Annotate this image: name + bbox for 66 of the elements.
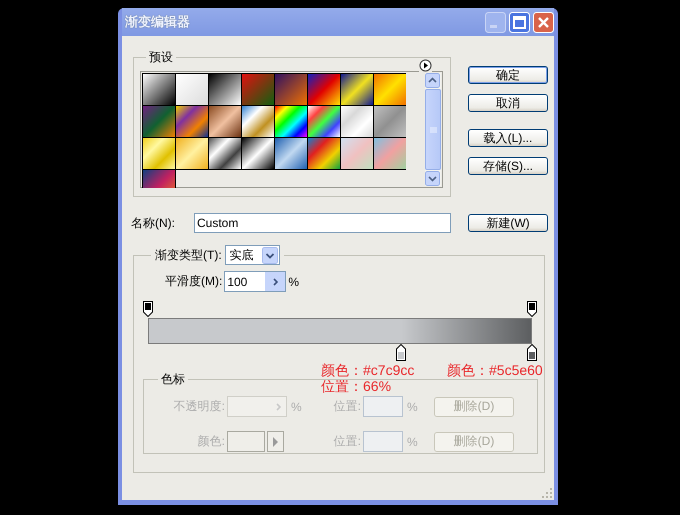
percent-unit: % (406, 400, 419, 414)
window-title: 渐变编辑器 (125, 13, 191, 31)
color-stop-marker[interactable] (527, 344, 537, 361)
gradient-swatch[interactable] (241, 137, 275, 170)
gradient-type-label: 渐变类型(T): (155, 246, 222, 264)
gradient-swatch[interactable] (142, 137, 176, 170)
annotation-text: 颜色：#c7c9cc (321, 363, 414, 378)
gradient-swatch[interactable] (175, 73, 209, 106)
smoothness-field[interactable]: 100 (224, 271, 286, 292)
position-label: 位置: (332, 398, 361, 415)
maximize-icon[interactable] (509, 12, 530, 32)
gradient-swatch[interactable] (142, 73, 176, 106)
color-label: 颜色: (196, 433, 226, 450)
save-button[interactable]: 存储(S)... (468, 157, 548, 175)
grip-lines-icon (430, 126, 436, 132)
gradient-type-value: 实底 (230, 246, 254, 264)
gradient-type-dropdown[interactable]: 实底 (224, 245, 280, 265)
gradient-swatch[interactable] (208, 73, 242, 106)
gradient-swatch[interactable] (340, 73, 374, 106)
scrollbar-thumb[interactable] (425, 89, 441, 170)
position-field[interactable] (363, 396, 403, 417)
color-stop-marker[interactable] (396, 344, 406, 361)
gradient-swatch[interactable] (208, 105, 242, 138)
percent-unit: % (288, 274, 299, 288)
gradient-swatch[interactable] (340, 137, 374, 170)
scroll-down-icon[interactable] (425, 171, 440, 186)
new-button[interactable]: 新建(W) (468, 214, 548, 232)
gradient-swatch[interactable] (175, 105, 209, 138)
name-label: 名称(N): (131, 214, 176, 232)
play-arrow-icon (272, 436, 279, 446)
load-button[interactable]: 载入(L)... (468, 129, 548, 147)
gradient-swatch[interactable] (340, 105, 374, 138)
gradient-swatch[interactable] (241, 73, 275, 106)
gradient-swatch[interactable] (307, 137, 341, 170)
opacity-stop-marker[interactable] (143, 301, 153, 317)
gradient-swatch[interactable] (373, 73, 406, 106)
gradient-swatch[interactable] (274, 73, 308, 106)
scroll-up-icon[interactable] (425, 73, 440, 88)
gradient-swatch[interactable] (142, 105, 176, 138)
name-field[interactable]: Custom (194, 213, 451, 233)
position-label: 位置: (332, 433, 361, 450)
ok-button[interactable]: 确定 (468, 66, 548, 84)
scrollbar[interactable] (425, 73, 441, 186)
percent-unit: % (290, 400, 303, 414)
gradient-swatch[interactable] (373, 105, 406, 138)
annotation-text: 颜色：#5c5e60 (447, 363, 543, 378)
gradient-swatch[interactable] (175, 137, 209, 170)
gradient-swatch[interactable] (241, 105, 275, 138)
cancel-button[interactable]: 取消 (468, 94, 548, 112)
gradient-swatch[interactable] (274, 105, 308, 138)
gradient-swatch[interactable] (307, 73, 341, 106)
opacity-stop-marker[interactable] (527, 301, 537, 317)
smoothness-label: 平滑度(M): (165, 273, 222, 290)
presets-label: 预设 (148, 49, 174, 66)
gradient-swatch[interactable] (274, 137, 308, 170)
opacity-label: 不透明度: (172, 398, 226, 415)
color-stops-label: 色标 (160, 371, 186, 388)
gradient-swatch[interactable] (373, 137, 406, 170)
close-icon[interactable] (533, 12, 554, 32)
gradient-swatch[interactable] (307, 105, 341, 138)
gradient-swatch[interactable] (208, 137, 242, 170)
color-picker-arrow-button[interactable] (267, 431, 284, 452)
play-menu-icon[interactable] (419, 59, 432, 72)
resize-grip-icon[interactable] (541, 487, 553, 499)
position-field[interactable] (363, 431, 403, 452)
percent-unit: % (406, 434, 419, 448)
